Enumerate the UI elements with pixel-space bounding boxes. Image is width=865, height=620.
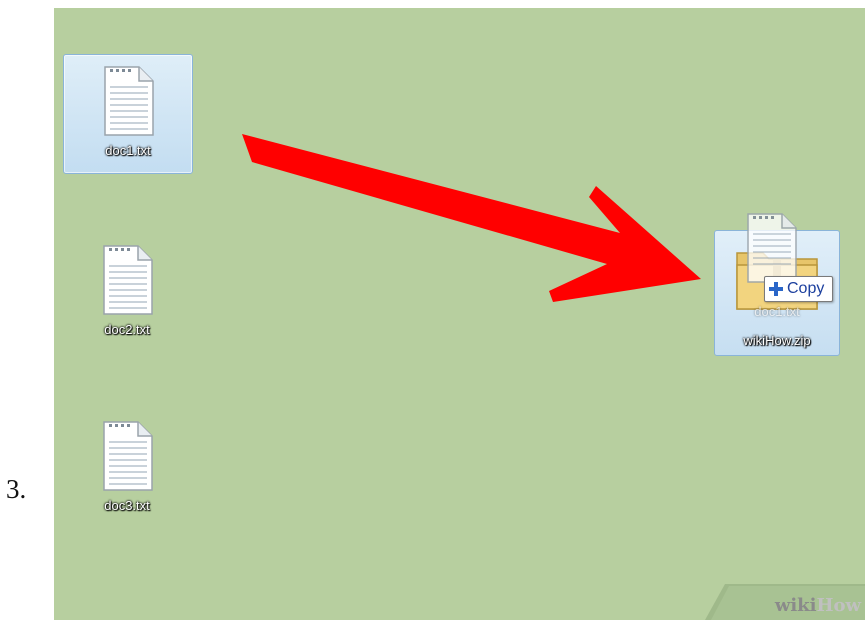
watermark-text: wikiHow (775, 595, 861, 616)
zip-file-label: wikiHow.zip (743, 333, 811, 348)
step-number: 3. (6, 474, 27, 504)
wikihow-watermark: wikiHow (705, 584, 865, 620)
watermark-how: How (816, 595, 861, 616)
plus-icon (769, 282, 783, 296)
drag-ghost-label: doc1.txt (754, 304, 800, 319)
drag-copy-tooltip: Copy (764, 276, 834, 302)
desktop: doc1.txt doc2.txt doc3.txt doc1.txt wiki… (54, 8, 865, 620)
copy-tooltip-label: Copy (787, 280, 825, 297)
dragged-file-icon (747, 213, 797, 283)
watermark-wiki: wiki (774, 595, 817, 616)
